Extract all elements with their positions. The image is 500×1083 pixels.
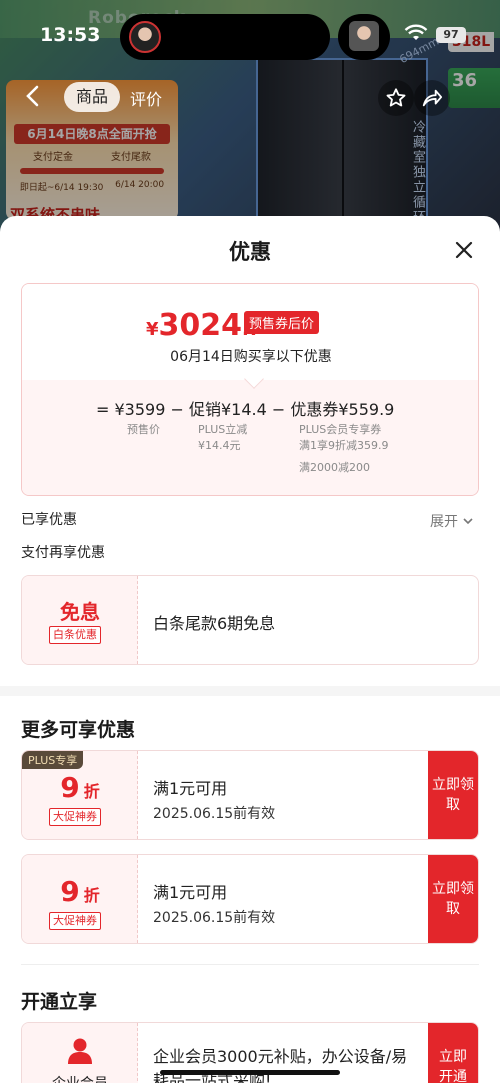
section-divider [0, 686, 500, 696]
more-discounts-title: 更多可享优惠 [21, 719, 136, 741]
baitiao-tag: 白条优惠 [49, 626, 101, 644]
final-price-integer: 3024 [158, 308, 243, 343]
wifi-icon [404, 24, 428, 47]
price-formula: = ¥3599 − 促销¥14.4 − 优惠券¥559.9 [96, 400, 395, 419]
live-avatar-icon [129, 21, 161, 53]
plus-exclusive-tag: PLUS专享 [22, 751, 84, 769]
tab-review[interactable]: 评价 [130, 86, 162, 110]
interest-free-big: 免息 [60, 600, 100, 624]
price-summary: ¥3024.7 预售券后价 06月14日购买享以下优惠 [22, 284, 478, 380]
coupon-rule-2: 满2000减200 [299, 461, 370, 474]
interest-free-text: 白条尾款6期免息 [153, 614, 276, 633]
battery-indicator: 97 [436, 27, 466, 43]
coupon-title: 满1元可用 [153, 883, 228, 902]
favorite-star-icon[interactable] [378, 80, 414, 116]
discount-sheet: 优惠 ¥3024.7 预售券后价 06月14日购买享以下优惠 = ¥3599 −… [0, 216, 500, 1083]
coupon-tag: 大促神券 [49, 912, 101, 930]
coupon-card[interactable]: PLUS专享 9折 大促神券 满1元可用 2025.06.15前有效 立即领取 [21, 750, 479, 840]
coupon-title: 满1元可用 [153, 779, 228, 798]
pay-more-label: 支付再享优惠 [21, 545, 105, 561]
back-chevron-icon[interactable] [22, 84, 44, 108]
coupon-discount-unit: 折 [83, 782, 100, 801]
claim-coupon-button[interactable]: 立即领取 [428, 751, 478, 839]
coupon-tag: 大促神券 [49, 808, 101, 826]
coupon-discount: 9折 [22, 771, 138, 804]
presale-price-badge: 预售券后价 [244, 311, 320, 334]
home-indicator[interactable] [160, 1070, 340, 1075]
presale-price-label: 预售价 [127, 423, 160, 436]
interest-free-left: 免息 白条优惠 [22, 576, 138, 664]
expand-label: 展开 [430, 514, 458, 530]
coupon-left: 9折 大促神券 [22, 855, 138, 943]
member-left: 企业会员 [22, 1023, 138, 1083]
coupon-discount-unit: 折 [83, 886, 100, 905]
dynamic-island-right [338, 14, 390, 60]
coupon-expiry: 2025.06.15前有效 [153, 910, 276, 926]
dynamic-island [120, 14, 330, 60]
enjoyed-discounts-label: 已享优惠 [21, 512, 77, 528]
user-icon [67, 1037, 93, 1069]
member-label: 企业会员 [22, 1073, 138, 1083]
coupon-rule-1: 满1享9折减359.9 [299, 439, 389, 452]
divider [21, 964, 479, 965]
coupon-plus-label: PLUS会员专享券 [299, 423, 382, 436]
contact-avatar-icon [349, 21, 379, 51]
interest-free-card[interactable]: 免息 白条优惠 白条尾款6期免息 [21, 575, 479, 665]
tab-goods[interactable]: 商品 [64, 82, 121, 112]
purchase-date-line: 06月14日购买享以下优惠 [170, 349, 332, 365]
sheet-title: 优惠 [229, 240, 271, 264]
coupon-left: PLUS专享 9折 大促神券 [22, 751, 138, 839]
coupon-discount: 9折 [22, 875, 138, 908]
open-membership-button[interactable]: 立即开通 [428, 1023, 478, 1083]
coupon-expiry: 2025.06.15前有效 [153, 806, 276, 822]
coupon-card[interactable]: 9折 大促神券 满1元可用 2025.06.15前有效 立即领取 [21, 854, 479, 944]
coupon-discount-value: 9 [60, 875, 80, 908]
share-icon[interactable] [414, 80, 450, 116]
promo-plus-label: PLUS立减 [198, 423, 248, 436]
chevron-down-icon [463, 518, 474, 525]
price-breakdown-card: ¥3024.7 预售券后价 06月14日购买享以下优惠 = ¥3599 − 促销… [21, 283, 479, 496]
member-benefit-text: 企业会员3000元补贴，办公设备/易耗品一站式采购! [153, 1047, 408, 1083]
coupon-discount-value: 9 [60, 771, 80, 804]
close-icon[interactable] [450, 236, 478, 264]
claim-coupon-button[interactable]: 立即领取 [428, 855, 478, 943]
status-time: 13:53 [40, 24, 101, 46]
expand-toggle[interactable]: 展开 [430, 511, 474, 531]
price-formula-area: = ¥3599 − 促销¥14.4 − 优惠券¥559.9 预售价 PLUS立减… [22, 380, 478, 495]
open-membership-title: 开通立享 [21, 991, 98, 1013]
currency-symbol: ¥ [146, 319, 159, 340]
promo-plus-amount: ¥14.4元 [198, 439, 241, 452]
